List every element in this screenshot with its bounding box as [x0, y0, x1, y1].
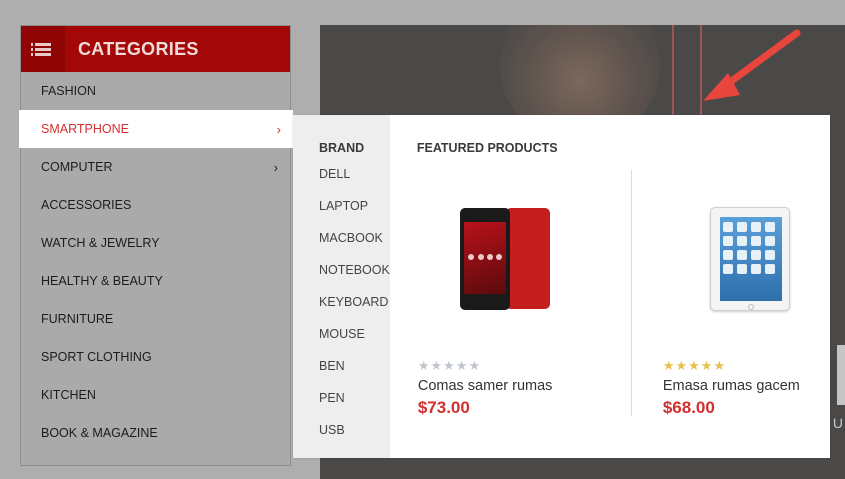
categories-sidebar: CATEGORIES FASHION SMARTPHONE › COMPUTER ›… — [19, 25, 293, 466]
category-label: FURNITURE — [41, 312, 114, 326]
menu-list-icon — [21, 26, 65, 72]
product-card[interactable]: ★★★★★ Comas samer rumas $73.00 — [417, 170, 631, 417]
category-label: SPORT CLOTHING — [41, 350, 152, 364]
category-label: WATCH & JEWELRY — [41, 236, 160, 250]
category-item-book-magazine[interactable]: BOOK & MAGAZINE — [21, 414, 290, 452]
brand-link[interactable]: MOUSE — [319, 325, 390, 357]
tablet-image — [710, 207, 791, 311]
smartphone-mega-menu: BRAND DELL LAPTOP MACBOOK NOTEBOOK KEYBO… — [293, 115, 830, 458]
category-label: ACCESSORIES — [41, 198, 132, 212]
product-price: $73.00 — [417, 398, 470, 417]
category-item-fashion[interactable]: FASHION — [21, 72, 290, 110]
brand-link[interactable]: PEN — [319, 389, 390, 421]
category-list: FASHION SMARTPHONE › COMPUTER › ACCESSORIE… — [19, 72, 293, 452]
chevron-right-icon: › — [276, 121, 281, 137]
product-card[interactable]: ★★★★★ Emasa rumas gacem $68.00 — [630, 170, 845, 417]
category-item-kitchen[interactable]: KITCHEN — [21, 376, 290, 414]
category-label: COMPUTER — [41, 160, 113, 174]
product-name[interactable]: Comas samer rumas — [418, 378, 631, 394]
category-item-furniture[interactable]: FURNITURE — [21, 300, 290, 338]
product-list: ★★★★★ Comas samer rumas $73.00 ★★★★★ Ema… — [417, 170, 845, 417]
category-label: FASHION — [41, 84, 96, 98]
category-label: SMARTPHONE — [41, 122, 129, 136]
product-image[interactable] — [418, 170, 593, 348]
brand-heading: BRAND — [319, 141, 365, 155]
category-label: KITCHEN — [41, 388, 96, 402]
categories-title: CATEGORIES — [78, 38, 199, 59]
featured-products-section: FEATURED PRODUCTS ★★★★★ Comas samer ruma… — [390, 115, 845, 458]
brand-link[interactable]: USB — [319, 421, 390, 453]
brand-link[interactable]: DELL — [319, 165, 390, 197]
category-item-smartphone[interactable]: SMARTPHONE › — [19, 110, 293, 148]
featured-heading: FEATURED PRODUCTS — [416, 141, 558, 155]
category-item-healthy-beauty[interactable]: HEALTHY & BEAUTY — [21, 262, 290, 300]
product-image[interactable] — [663, 170, 838, 348]
category-item-computer[interactable]: COMPUTER › — [21, 148, 290, 186]
categories-header[interactable]: CATEGORIES — [21, 26, 290, 72]
rating-stars: ★★★★★ — [662, 358, 727, 373]
brand-link[interactable]: LAPTOP — [319, 197, 390, 229]
chevron-right-icon: › — [273, 159, 278, 175]
product-price: $68.00 — [662, 398, 715, 417]
smartphone-image — [460, 208, 551, 310]
product-name[interactable]: Emasa rumas gacem — [663, 378, 845, 394]
category-item-sport-clothing[interactable]: SPORT CLOTHING — [21, 338, 290, 376]
brand-link[interactable]: BEN — [319, 357, 390, 389]
brand-link[interactable]: KEYBOARD — [319, 293, 390, 325]
category-label: HEALTHY & BEAUTY — [41, 274, 163, 288]
category-item-watch-jewelry[interactable]: WATCH & JEWELRY — [21, 224, 290, 262]
brand-link[interactable]: MACBOOK — [319, 229, 390, 261]
category-label: BOOK & MAGAZINE — [41, 426, 158, 440]
rating-stars: ★★★★★ — [417, 358, 482, 373]
category-item-accessories[interactable]: ACCESSORIES — [21, 186, 290, 224]
brand-link[interactable]: NOTEBOOK — [319, 261, 390, 293]
brand-column: BRAND DELL LAPTOP MACBOOK NOTEBOOK KEYBO… — [293, 115, 390, 458]
